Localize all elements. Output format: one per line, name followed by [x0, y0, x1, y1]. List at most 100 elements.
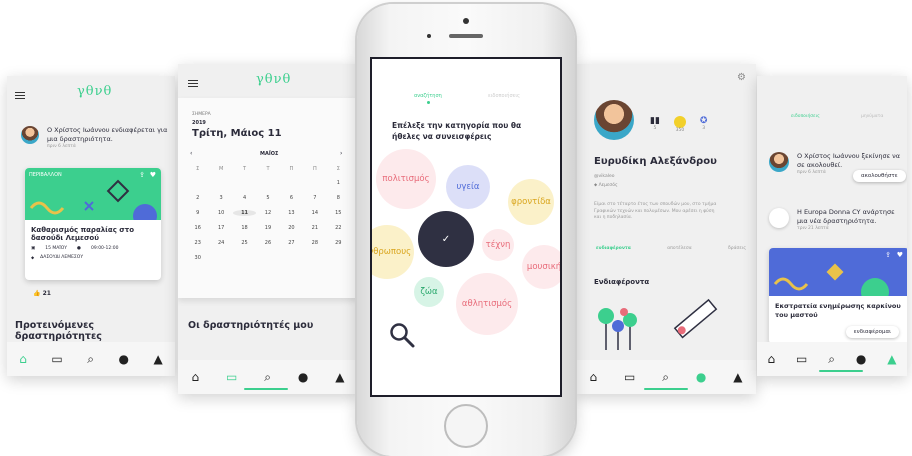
month-label: ΜΑΪΟΣ [260, 151, 279, 157]
calendar-day[interactable]: 4 [233, 195, 256, 201]
calendar-day[interactable]: 7 [303, 195, 326, 201]
search-icon[interactable]: ⌕ [87, 352, 94, 367]
calendar-day[interactable]: 8 [327, 195, 350, 201]
calendar-day[interactable]: 20 [280, 225, 303, 231]
calendar-day[interactable]: 22 [327, 225, 350, 231]
profile-icon[interactable]: ● [119, 352, 129, 366]
calendar-day[interactable]: 27 [280, 240, 303, 246]
calendar-day[interactable]: 29 [327, 240, 350, 246]
category-selected[interactable]: ✓ [418, 211, 474, 267]
bell-icon[interactable]: ▲ [733, 370, 742, 384]
calendar-day[interactable]: 17 [209, 225, 232, 231]
section-title: Προτεινόμενες δραστηριότητες [15, 320, 102, 342]
calendar-day [209, 255, 232, 261]
likes-count: 21 [42, 290, 51, 297]
category-sports[interactable]: αθλητισμός [456, 273, 518, 335]
calendar-day [256, 255, 279, 261]
category-music[interactable]: μουσική [522, 245, 560, 289]
tab-notifications[interactable]: ειδοποιήσεις [488, 93, 520, 99]
calendar-icon[interactable]: ▭ [796, 352, 807, 366]
home-icon[interactable]: ⌂ [589, 370, 597, 384]
category-culture[interactable]: πολιτισμός [376, 149, 436, 209]
calendar-day[interactable]: 18 [233, 225, 256, 231]
profile-handle: @vikaleo [594, 174, 615, 179]
card-title: Εκστρατεία ενημέρωσης καρκίνου του μαστο… [775, 302, 901, 319]
calendar-screen: γθνθ ΣΗΜΕΡΑ 2019 Τρίτη, Μάιος 11 ‹ ΜΑΪΟΣ… [178, 64, 358, 394]
calendar-day[interactable]: 24 [209, 240, 232, 246]
calendar-day[interactable]: 9 [186, 210, 209, 216]
weekday-row: ΣΜΤΤΠΠΣ [186, 166, 350, 172]
prev-month-button[interactable]: ‹ [190, 150, 192, 157]
calendar-day[interactable]: 12 [256, 210, 279, 216]
settings-icon[interactable]: ⚙ [737, 72, 746, 83]
calendar-day[interactable]: 14 [303, 210, 326, 216]
profile-bio: Είμαι στο τέταρτο έτος των σπουδών μου, … [594, 202, 717, 221]
menu-button[interactable] [188, 80, 198, 87]
home-icon[interactable]: ⌂ [19, 352, 27, 366]
activity-card[interactable]: ΠΕΡΙΒΑΛΛΟΝ ⇪ ♥ Καθαρισμός παραλίας στο δ… [25, 168, 161, 280]
calendar-day[interactable]: 28 [303, 240, 326, 246]
home-icon[interactable]: ⌂ [767, 352, 775, 366]
date-title: Τρίτη, Μάιος 11 [192, 128, 282, 139]
category-care[interactable]: φροντίδα [508, 179, 554, 225]
calendar-day[interactable]: 11 [232, 210, 257, 216]
search-icon[interactable]: ⌕ [828, 352, 835, 367]
category-animals[interactable]: ζώα [414, 277, 444, 307]
calendar-day[interactable]: 3 [209, 195, 232, 201]
calendar-day[interactable]: 21 [303, 225, 326, 231]
calendar-day[interactable]: 15 [327, 210, 350, 216]
category-prompt: Επέλεξε την κατηγορία που θα ήθελες να σ… [392, 121, 522, 141]
profile-icon[interactable]: ● [856, 352, 866, 366]
interest-button[interactable]: ενδιαφέρομαι [845, 326, 899, 338]
tab-actions[interactable]: δράσεις [728, 246, 746, 251]
calendar-card: ΣΗΜΕΡΑ 2019 Τρίτη, Μάιος 11 ‹ ΜΑΪΟΣ › ΣΜ… [178, 98, 358, 298]
search-icon[interactable]: ⌕ [264, 370, 271, 385]
calendar-day[interactable]: 2 [186, 195, 209, 201]
calendar-day[interactable]: 6 [280, 195, 303, 201]
clock-icon: ● [77, 246, 81, 251]
activity-card[interactable]: ⇪ ♥ Εκστρατεία ενημέρωσης καρκίνου του μ… [769, 248, 907, 344]
home-button[interactable] [444, 404, 488, 448]
calendar-day[interactable]: 13 [280, 210, 303, 216]
tab-messages[interactable]: μηνύματα [861, 114, 883, 119]
calendar-icon[interactable]: ▭ [226, 370, 237, 384]
calendar-day[interactable]: 1 [327, 180, 350, 186]
next-month-button[interactable]: › [340, 150, 342, 157]
bell-icon[interactable]: ▲ [887, 352, 896, 366]
calendar-day[interactable]: 23 [186, 240, 209, 246]
category-people[interactable]: άνθρωπους [372, 225, 414, 279]
bell-icon[interactable]: ▲ [154, 352, 163, 366]
notification-activity[interactable]: Η Europa Donna CY ανάρτησε μια νέα δραστ… [769, 208, 903, 231]
profile-icon[interactable]: ● [298, 370, 308, 384]
category-health[interactable]: υγεία [446, 165, 490, 209]
calendar-day[interactable]: 19 [256, 225, 279, 231]
bars-icon: ▮▮ [650, 116, 660, 126]
notification[interactable]: Ο Χρίστος Ιωάννου ενδιαφέρεται για μια δ… [21, 126, 169, 149]
menu-button[interactable] [15, 92, 25, 99]
calendar-day[interactable]: 10 [209, 210, 232, 216]
notification-time: τριν 21 λεπτά [797, 225, 829, 231]
category-art[interactable]: τέχνη [482, 229, 514, 261]
calendar-icon[interactable]: ▭ [51, 352, 62, 366]
bottom-nav: ⌂ ▭ ⌕ ● ▲ [7, 342, 175, 376]
follow-button[interactable]: ακολουθήστε [853, 170, 906, 182]
calendar-icon[interactable]: ▭ [624, 370, 635, 384]
tab-search[interactable]: αναζήτηση [414, 93, 442, 99]
stat-badges: ✪ 3 [699, 116, 708, 131]
home-screen: γθνθ Ο Χρίστος Ιωάννου ενδιαφέρεται για … [7, 76, 175, 376]
calendar-day[interactable]: 16 [186, 225, 209, 231]
search-icon[interactable]: ⌕ [662, 370, 669, 385]
calendar-day[interactable]: 26 [256, 240, 279, 246]
home-icon[interactable]: ⌂ [191, 370, 199, 384]
calendar-day[interactable]: 30 [186, 255, 209, 261]
tab-notifications[interactable]: ειδοποιήσεις [791, 114, 820, 119]
search-icon[interactable] [388, 321, 416, 349]
calendar-day[interactable]: 25 [233, 240, 256, 246]
calendar-day [233, 180, 256, 186]
calendar-day[interactable]: 5 [256, 195, 279, 201]
likes[interactable]: 👍 21 [33, 290, 51, 297]
profile-icon[interactable]: ● [696, 370, 706, 384]
bell-icon[interactable]: ▲ [335, 370, 344, 384]
tab-results[interactable]: αποτέλεσα [667, 246, 691, 251]
tab-interests[interactable]: ενδιαφέροντα [596, 246, 631, 251]
